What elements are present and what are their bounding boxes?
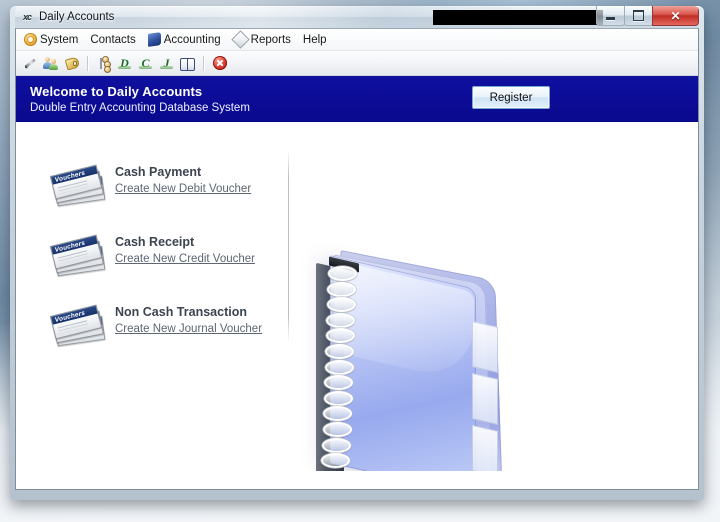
toolbar-separator-2 <box>203 55 204 71</box>
window-title: Daily Accounts <box>39 11 115 23</box>
menu-item-reports[interactable]: Reports <box>227 30 297 49</box>
binder-ring <box>325 328 355 344</box>
cancel-icon <box>212 56 227 70</box>
quick-link-title: Cash Receipt <box>115 235 195 249</box>
binder-tab <box>472 320 498 374</box>
binder-ring <box>324 359 354 375</box>
close-icon: ✕ <box>670 8 681 23</box>
binder-ring <box>328 266 357 281</box>
application-window: xc Daily Accounts ✕ System Contacts Acco… <box>10 6 704 500</box>
toolbar-button-account-tree[interactable] <box>94 54 113 73</box>
menu-bar: System Contacts Accounting Reports Help <box>16 29 698 51</box>
menu-label-reports: Reports <box>250 33 291 46</box>
binder-tab <box>472 424 498 478</box>
register-button[interactable]: Register <box>472 86 550 109</box>
quick-link-action[interactable]: Create New Debit Voucher <box>115 183 251 195</box>
menu-item-help[interactable]: Help <box>297 32 333 48</box>
binder-ring <box>323 406 353 422</box>
welcome-banner: Welcome to Daily Accounts Double Entry A… <box>16 76 698 122</box>
toolbar-button-ledger-book[interactable] <box>178 54 197 73</box>
panel-divider <box>288 150 289 342</box>
quick-link-action[interactable]: Create New Journal Voucher <box>115 323 262 335</box>
voucher-icon-label: Vouchers <box>54 309 86 324</box>
toolbar: D C J <box>16 51 698 76</box>
banner-title: Welcome to Daily Accounts <box>30 84 203 99</box>
binder-ring <box>326 297 356 313</box>
toolbar-button-contacts[interactable] <box>41 54 60 73</box>
quick-link-non-cash-transaction[interactable]: Vouchers Non Cash Transaction Create New… <box>49 304 272 347</box>
voucher-icon-label: Vouchers <box>54 169 86 184</box>
quick-link-cash-receipt[interactable]: Vouchers Cash Receipt Create New Credit … <box>49 234 272 277</box>
quick-link-action[interactable]: Create New Credit Voucher <box>115 253 255 265</box>
toolbar-button-cancel[interactable] <box>210 54 229 73</box>
voucher-icon: Vouchers <box>49 164 106 207</box>
binder-ring <box>327 281 357 297</box>
binder-ring <box>321 453 351 469</box>
binder-ring <box>323 390 353 406</box>
toolbar-button-debit-voucher[interactable]: D <box>115 54 134 73</box>
quick-links-panel: Vouchers Cash Payment Create New Debit V… <box>49 164 272 374</box>
pen-icon <box>23 56 37 70</box>
quick-link-text: Non Cash Transaction Create New Journal … <box>115 304 262 335</box>
title-redaction-bar <box>433 10 603 25</box>
maximize-button[interactable] <box>624 6 653 26</box>
menu-label-accounting: Accounting <box>163 33 221 46</box>
quick-link-text: Cash Receipt Create New Credit Voucher <box>115 234 255 265</box>
toolbar-separator-1 <box>87 55 88 71</box>
binder-ring <box>321 437 351 453</box>
quick-link-title: Cash Payment <box>115 165 202 179</box>
title-bar[interactable]: xc Daily Accounts ✕ <box>15 6 699 28</box>
client-area: System Contacts Accounting Reports Help <box>15 28 699 490</box>
banner-text: Welcome to Daily Accounts Double Entry A… <box>30 84 250 114</box>
menu-item-system[interactable]: System <box>18 31 84 48</box>
settings-icon <box>24 33 37 46</box>
spiral-binder-icon <box>304 250 514 489</box>
binder-spiral-rings <box>308 262 357 484</box>
toolbar-button-tag[interactable] <box>62 54 81 73</box>
voucher-icon-label: Vouchers <box>54 239 86 254</box>
binder-ring <box>324 375 354 391</box>
binder-tab <box>472 372 498 426</box>
account-tree-icon <box>97 55 111 73</box>
banner-subtitle: Double Entry Accounting Database System <box>30 102 250 114</box>
quick-link-cash-payment[interactable]: Vouchers Cash Payment Create New Debit V… <box>49 164 272 207</box>
menu-item-accounting[interactable]: Accounting <box>142 31 227 48</box>
ledger-book-icon <box>180 57 195 71</box>
maximize-icon <box>633 10 644 21</box>
toolbar-button-pen[interactable] <box>20 54 39 73</box>
tag-icon <box>65 56 79 70</box>
app-icon: xc <box>22 12 32 22</box>
content-bottom-fill <box>16 471 698 489</box>
menu-label-system: System <box>40 33 79 46</box>
voucher-icon: Vouchers <box>49 304 106 347</box>
minimize-button[interactable] <box>596 6 625 26</box>
main-content-area: Vouchers Cash Payment Create New Debit V… <box>16 122 698 489</box>
quick-link-text: Cash Payment Create New Debit Voucher <box>115 164 251 195</box>
close-button[interactable]: ✕ <box>652 6 699 26</box>
journal-voucher-icon: J <box>159 56 174 70</box>
menu-item-contacts[interactable]: Contacts <box>84 32 141 48</box>
menu-label-help: Help <box>302 33 327 46</box>
voucher-icon: Vouchers <box>49 234 106 277</box>
debit-voucher-icon: D <box>117 56 132 70</box>
quick-link-title: Non Cash Transaction <box>115 305 247 319</box>
credit-voucher-icon: C <box>138 56 153 70</box>
toolbar-button-journal-voucher[interactable]: J <box>157 54 176 73</box>
binder-ring <box>325 344 355 359</box>
book-icon <box>147 32 161 47</box>
minimize-icon <box>606 17 615 20</box>
window-controls: ✕ <box>596 6 699 26</box>
diamond-icon <box>230 30 250 49</box>
toolbar-button-credit-voucher[interactable]: C <box>136 54 155 73</box>
binder-ring <box>322 422 352 437</box>
menu-label-contacts: Contacts <box>90 33 136 46</box>
contacts-icon <box>43 56 58 70</box>
binder-ring <box>326 312 356 328</box>
